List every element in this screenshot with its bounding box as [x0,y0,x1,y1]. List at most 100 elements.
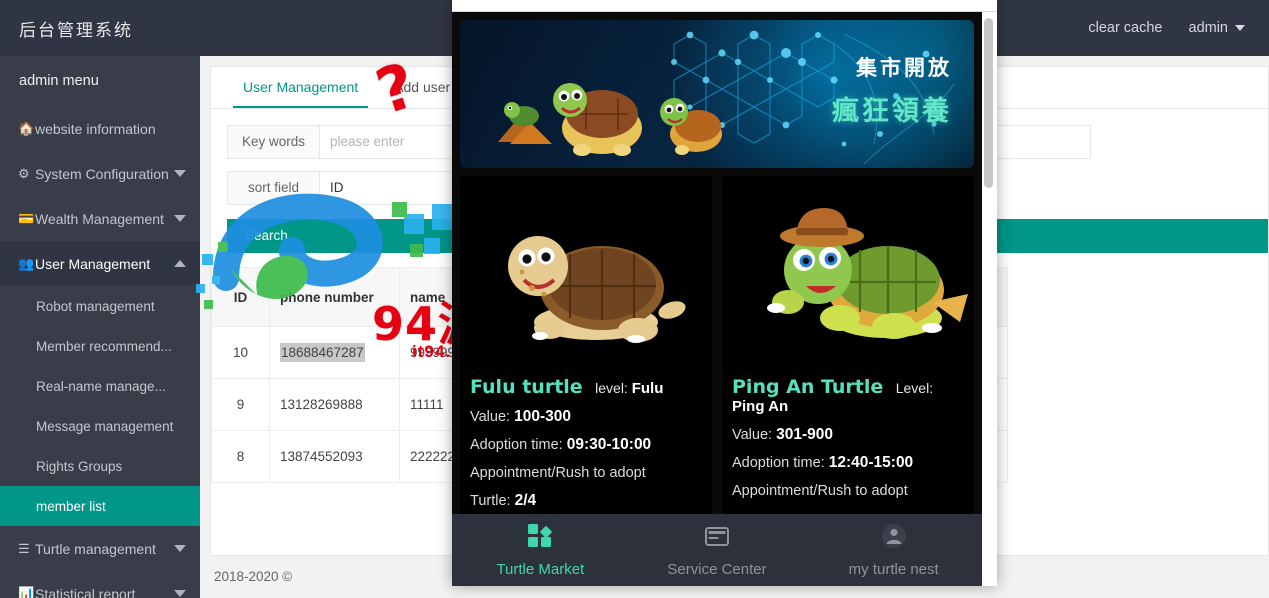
sidebar: admin menu 🏠 website information ⚙ Syste… [0,56,200,598]
sidebar-item-website-information[interactable]: 🏠 website information [0,106,200,151]
sidebar-item-label: Statistical report [35,585,136,598]
tabbar-item-my-turtle-nest[interactable]: my turtle nest [805,523,982,578]
cell-phone: 13874552093 [269,430,400,483]
turtle-card-level: level: Fulu [595,380,664,397]
popup-top-strip [452,0,997,12]
chevron-down-icon [174,170,186,177]
list-icon: ☰ [18,540,30,556]
count-text: 2/4 [514,491,537,509]
money-icon: 💳 [18,210,35,226]
popup-scrollbar[interactable] [984,14,993,574]
sidebar-item-label: Wealth Management [35,210,164,227]
time-text: 12:40-15:00 [828,454,914,472]
turtle-card[interactable]: Fulu turtle level: Fulu Value: 100-300 A… [460,176,712,525]
admin-dashboard: 后台管理系统 clear cache admin admin menu 🏠 we… [0,0,1269,598]
value-text: 301-900 [776,426,833,443]
cell-id: 9 [211,378,270,431]
sidebar-item-system-configuration[interactable]: ⚙ System Configuration [0,151,200,196]
banner-line-1: 集市開放 [856,56,952,80]
time-label: Adoption time: [732,455,825,472]
sidebar-subitem-member-recommend[interactable]: Member recommend... [0,326,200,366]
chevron-down-icon [174,545,186,552]
green-hat-turtle-image [722,176,974,372]
sidebar-item-label: System Configuration [35,165,169,182]
banner-text: 集市開放 瘋狂領養 [832,52,952,128]
home-icon: 🏠 [18,120,35,136]
tab-user-management[interactable]: User Management [225,67,376,108]
sidebar-item-wealth-management[interactable]: 💳 Wealth Management [0,196,200,241]
turtle-card-name: Fulu turtle [470,376,583,398]
gears-icon: ⚙ [18,165,30,181]
sidebar-item-statistical-report[interactable]: 📊 Statistical report [0,571,200,598]
level-label: level: [595,380,628,396]
person-icon [881,523,907,554]
popup-scrollbar-thumb[interactable] [984,18,993,188]
sidebar-subitem-robot-management[interactable]: Robot management [0,286,200,326]
clear-cache-button[interactable]: clear cache [1088,20,1162,36]
brown-turtle-image [460,176,712,372]
phone-tabbar: Turtle Market Service Center my turtle n… [452,514,982,586]
sidebar-item-label: User Management [35,255,151,272]
turtle-card-time-row: Adoption time: 09:30-10:00 [470,435,702,454]
turtle-card-note: Appointment/Rush to adopt [470,464,646,481]
sidebar-item-label: Turtle management [35,540,156,557]
value-label: Value: [732,427,773,443]
value-text: 100-300 [514,408,571,425]
tabbar-label: my turtle nest [848,560,939,578]
phone-viewport: 集市開放 瘋狂領養 Fulu turtle level: Fulu Value:… [452,12,982,586]
mobile-preview-popup: 集市開放 瘋狂領養 Fulu turtle level: Fulu Value:… [452,0,997,586]
chevron-up-icon [174,260,186,267]
cell-phone: 18688467287 [269,326,400,379]
tabbar-label: Turtle Market [496,560,585,578]
turtle-card-body: Fulu turtle level: Fulu Value: 100-300 A… [460,372,712,524]
grid-icon [527,523,553,554]
count-label: Turtle: [470,492,511,509]
column-header-phone-number[interactable]: phone number [269,267,400,327]
cell-phone: 13128269888 [269,378,400,431]
cell-id: 10 [211,326,270,379]
sort-field-label: sort field [228,172,320,204]
turtle-card-name: Ping An Turtle [732,376,884,398]
chevron-down-icon [174,590,186,597]
level-value: Ping An [732,398,789,415]
banner-line-2: 瘋狂領養 [832,96,952,127]
turtle-card-note: Appointment/Rush to adopt [732,482,908,499]
sidebar-subitem-real-name-manage[interactable]: Real-name manage... [0,366,200,406]
tabbar-item-turtle-market[interactable]: Turtle Market [452,523,629,578]
sidebar-subitem-rights-groups[interactable]: Rights Groups [0,446,200,486]
sidebar-subitem-member-list[interactable]: member list [0,486,200,526]
level-value: Fulu [631,380,664,397]
value-label: Value: [470,409,511,425]
tabbar-label: Service Center [667,560,767,578]
keywords-label: Key words [228,126,320,158]
users-icon: 👥 [18,255,35,271]
turtle-card-time-row: Adoption time: 12:40-15:00 [732,453,964,472]
time-label: Adoption time: [470,437,563,454]
selected-phone-text: 18688467287 [280,343,365,362]
header-actions: clear cache admin [1088,20,1269,36]
turtle-card-count-row: Turtle: 2/4 [470,491,702,510]
sidebar-item-user-management[interactable]: 👥 User Management [0,241,200,286]
time-text: 09:30-10:00 [566,436,652,454]
turtle-card-value-row: Value: 301-900 [732,425,964,444]
chevron-down-icon [1235,25,1245,31]
banner-turtles-image [498,83,722,156]
level-label: Level: [895,380,934,396]
cell-id: 8 [211,430,270,483]
chart-icon: 📊 [18,585,35,598]
sidebar-item-label: website information [35,120,156,137]
card-icon [704,523,730,554]
turtle-card-value-row: Value: 100-300 [470,407,702,426]
sidebar-item-turtle-management[interactable]: ☰ Turtle management [0,526,200,571]
column-header-id[interactable]: ID [211,267,270,327]
chevron-down-icon [174,215,186,222]
app-brand: 后台管理系统 [0,0,200,56]
user-menu[interactable]: admin [1188,20,1245,36]
sidebar-subitem-message-management[interactable]: Message management [0,406,200,446]
promo-banner[interactable]: 集市開放 瘋狂領養 [460,20,974,168]
user-menu-label: admin [1188,20,1229,36]
tabbar-item-service-center[interactable]: Service Center [629,523,806,578]
sidebar-title: admin menu [0,56,200,106]
turtle-card-body: Ping An Turtle Level: Ping An Value: 301… [722,372,974,514]
turtle-card[interactable]: Ping An Turtle Level: Ping An Value: 301… [722,176,974,514]
